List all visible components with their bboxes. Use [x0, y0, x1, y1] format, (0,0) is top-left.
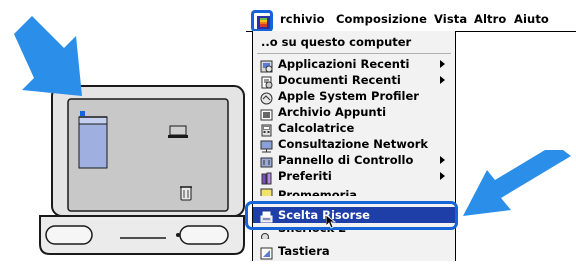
mouse-pointer-icon — [326, 215, 336, 229]
clipboard-icon — [260, 106, 273, 120]
menu-composizione[interactable]: Composizione — [336, 12, 427, 26]
menu-altro[interactable]: Altro — [474, 12, 506, 26]
menu-archivio[interactable]: rchivio — [280, 12, 325, 26]
control-panel-icon — [260, 154, 273, 167]
menu-item-label: Promemoria — [278, 188, 358, 196]
menu-item-apple-system-profiler[interactable]: Apple System Profiler — [253, 88, 455, 104]
menu-item-label: ..o su questo computer — [261, 35, 412, 49]
menu-item-preferiti[interactable]: Preferiti — [253, 168, 455, 184]
menu-vista[interactable]: Vista — [434, 12, 467, 26]
submenu-arrow-icon — [440, 60, 445, 68]
network-browser-icon — [260, 138, 273, 152]
menu-item-label: Consultazione Network — [278, 137, 429, 151]
highlight-frame — [245, 201, 458, 230]
arrow-indicator-left — [14, 16, 82, 96]
menu-item-label: Preferiti — [278, 169, 332, 183]
favorites-icon — [260, 170, 273, 184]
menu-item-tastiera[interactable]: Tastiera — [253, 243, 455, 259]
submenu-arrow-icon — [440, 76, 445, 84]
apple-menu-icon — [257, 16, 270, 29]
menu-item-label: Documenti Recenti — [278, 73, 401, 87]
menu-item-pannello-di-controllo[interactable]: Pannello di Controllo — [253, 152, 455, 168]
menu-aiuto[interactable]: Aiuto — [514, 12, 549, 26]
menu-item-archivio-appunti[interactable]: Archivio Appunti — [253, 104, 455, 120]
keyboard-icon — [260, 245, 273, 259]
submenu-arrow-icon — [440, 156, 445, 164]
menu-item-documenti-recenti[interactable]: Documenti Recenti — [253, 72, 455, 88]
menu-item-label: Apple System Profiler — [278, 89, 419, 103]
menu-item-label: Pannello di Controllo — [278, 153, 414, 167]
menu-item-label: Calcolatrice — [278, 121, 355, 135]
menu-item-consultazione-network[interactable]: Consultazione Network — [253, 136, 455, 152]
system-profiler-icon — [260, 90, 273, 104]
recent-apps-icon — [260, 58, 273, 72]
stickies-icon — [260, 184, 273, 196]
menu-item-label: Tastiera — [278, 244, 330, 258]
menu-item-label: Archivio Appunti — [278, 105, 387, 119]
submenu-arrow-icon — [440, 172, 445, 180]
menu-item-about[interactable]: ..o su questo computer — [253, 34, 455, 50]
menu-item-calcolatrice[interactable]: Calcolatrice — [253, 120, 455, 136]
menu-separator — [257, 53, 451, 54]
menu-item-promemoria[interactable]: Promemoria — [253, 184, 455, 196]
apple-menu-button[interactable] — [251, 10, 273, 32]
calculator-icon — [260, 122, 273, 136]
recent-docs-icon — [260, 74, 273, 88]
menu-item-applicazioni-recenti[interactable]: Applicazioni Recenti — [253, 56, 455, 72]
arrow-indicator-right — [463, 150, 571, 216]
menu-item-label: Applicazioni Recenti — [278, 57, 410, 71]
